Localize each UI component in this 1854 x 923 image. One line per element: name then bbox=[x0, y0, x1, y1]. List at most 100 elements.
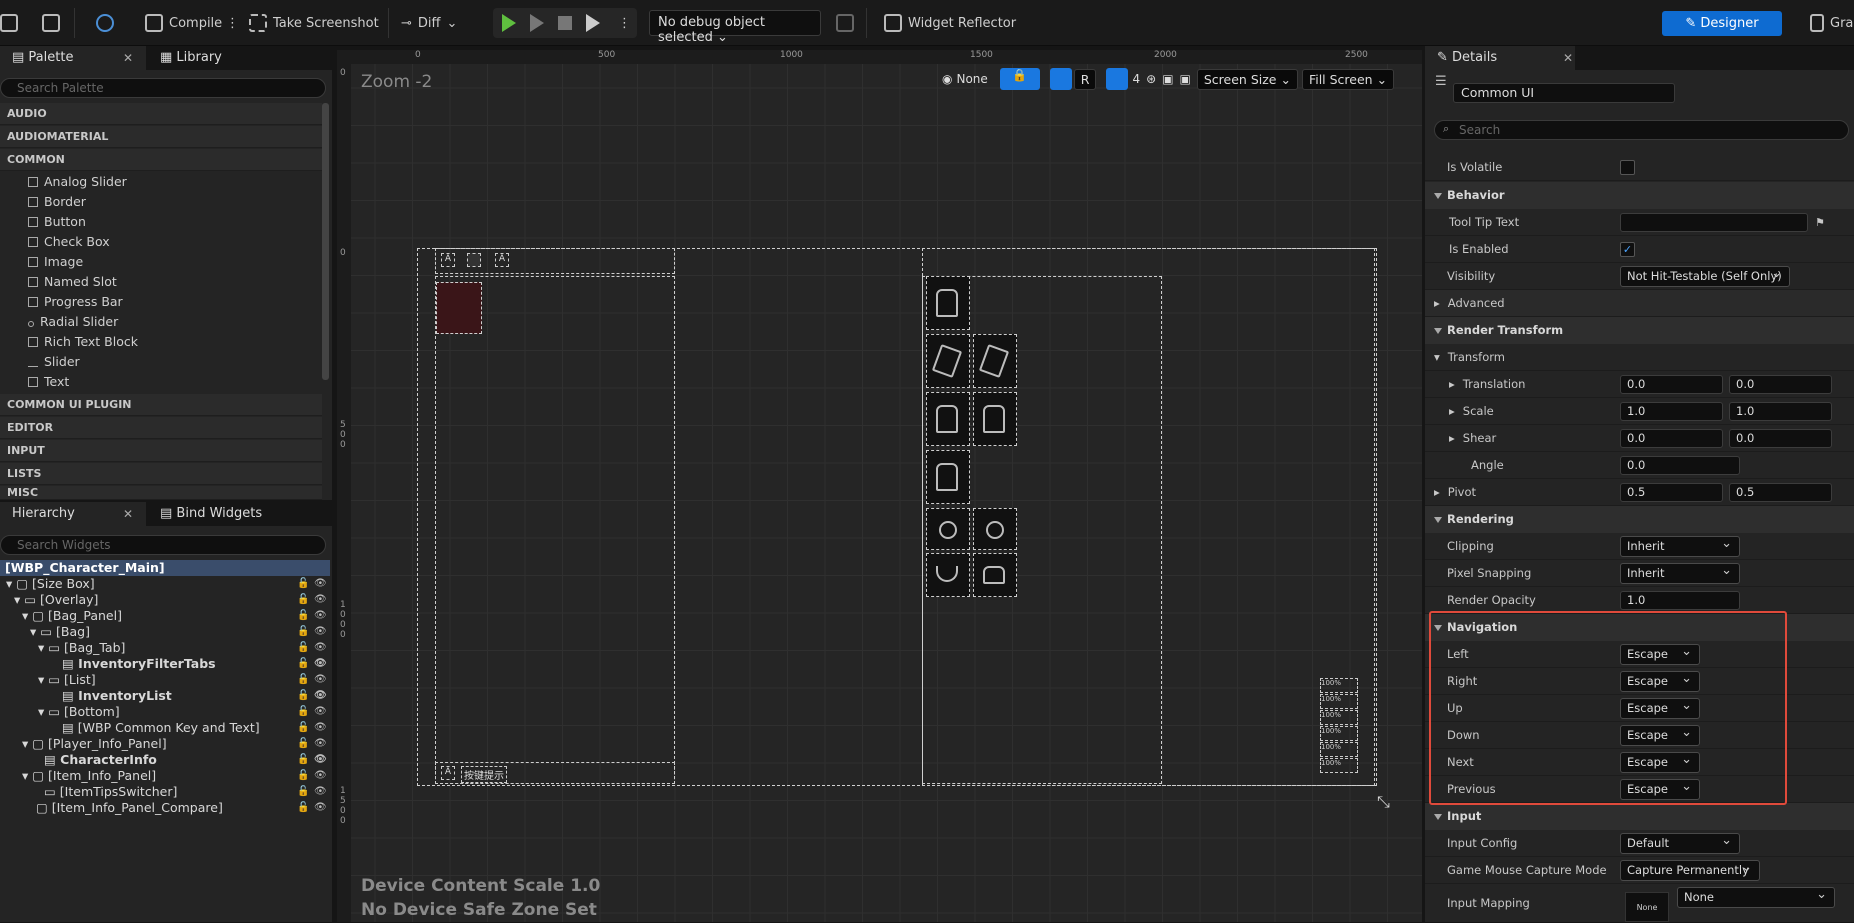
hierarchy-row[interactable]: ▾ ▭ [Bottom] 🔓 👁 bbox=[0, 704, 330, 720]
row-transform[interactable]: ▾ Transform bbox=[1425, 344, 1854, 371]
equip-slot-pants[interactable] bbox=[973, 553, 1017, 597]
category-common-ui-plugin[interactable]: COMMON UI PLUGIN bbox=[0, 394, 322, 416]
simulate-button[interactable] bbox=[586, 10, 600, 36]
eye-icon[interactable]: 👁 bbox=[314, 592, 327, 608]
category-editor[interactable]: EDITOR bbox=[0, 417, 322, 439]
widget-reflector-button[interactable]: Widget Reflector bbox=[884, 10, 1016, 36]
hierarchy-row[interactable]: ▤ CharacterInfo 🔓 👁 bbox=[0, 752, 330, 768]
equip-slot-helmet[interactable] bbox=[926, 276, 970, 330]
eye-icon[interactable]: 👁 bbox=[314, 752, 327, 768]
lock-icon[interactable]: 🔓 bbox=[297, 656, 309, 672]
equip-slot-necklace[interactable] bbox=[926, 553, 970, 597]
is-enabled-checkbox[interactable]: ✓ bbox=[1620, 242, 1635, 257]
section-render-transform[interactable]: Render Transform bbox=[1425, 317, 1854, 344]
angle-input[interactable]: 0.0 bbox=[1620, 456, 1740, 475]
designer-mode-button[interactable]: ✎ Designer bbox=[1662, 11, 1782, 36]
palette-item-rich-text-block[interactable]: Rich Text Block bbox=[28, 332, 138, 352]
palette-item-slider[interactable]: Slider bbox=[28, 352, 80, 372]
eye-icon[interactable]: 👁 bbox=[314, 576, 327, 592]
play-button[interactable] bbox=[502, 10, 516, 36]
palette-item-progress-bar[interactable]: Progress Bar bbox=[28, 292, 123, 312]
hierarchy-row[interactable]: ▾ ▢ [Size Box] 🔓 👁 bbox=[0, 576, 330, 592]
chevron-right-icon[interactable]: ▸ bbox=[1425, 404, 1455, 418]
palette-item-analog-slider[interactable]: Analog Slider bbox=[28, 172, 127, 192]
palette-item-check-box[interactable]: Check Box bbox=[28, 232, 110, 252]
eye-icon[interactable]: 👁 bbox=[314, 800, 327, 816]
clipping-dropdown[interactable]: Inherit bbox=[1620, 534, 1740, 557]
pivot-y-input[interactable]: 0.5 bbox=[1729, 483, 1832, 502]
row-advanced[interactable]: ▸ Advanced bbox=[1425, 290, 1854, 317]
hierarchy-row[interactable]: ▢ [Item_Info_Panel_Compare] 🔓 👁 bbox=[0, 800, 330, 816]
character-portrait[interactable] bbox=[436, 282, 482, 334]
step-button[interactable] bbox=[530, 10, 544, 36]
flag-icon[interactable]: ⚑ bbox=[1815, 209, 1825, 236]
category-input[interactable]: INPUT bbox=[0, 440, 322, 462]
section-behavior[interactable]: Behavior bbox=[1425, 182, 1854, 209]
eye-icon[interactable]: 👁 bbox=[314, 736, 327, 752]
pivot-x-input[interactable]: 0.5 bbox=[1620, 483, 1723, 502]
grid-value[interactable]: 4 bbox=[1132, 72, 1140, 86]
hierarchy-row[interactable]: ▾ ▢ [Player_Info_Panel] 🔓 👁 bbox=[0, 736, 330, 752]
category-common[interactable]: COMMON bbox=[0, 149, 322, 171]
grid-snap-toggle[interactable] bbox=[1106, 68, 1129, 90]
lock-icon[interactable]: 🔓 bbox=[297, 800, 309, 816]
hierarchy-row[interactable]: ▤ InventoryList 🔓 👁 bbox=[0, 688, 330, 704]
is-volatile-checkbox[interactable] bbox=[1620, 160, 1635, 175]
lock-icon[interactable]: 🔓 bbox=[297, 592, 309, 608]
take-screenshot-button[interactable]: Take Screenshot bbox=[249, 10, 379, 36]
diff-button[interactable]: ⊸ Diff ⌄ bbox=[401, 10, 457, 36]
compile-options-button[interactable]: ⋮ bbox=[226, 10, 239, 36]
target-icon[interactable]: ⊛ bbox=[1146, 72, 1156, 86]
palette-item-radial-slider[interactable]: Radial Slider bbox=[28, 312, 118, 332]
input-mapping-dropdown[interactable]: None bbox=[1677, 885, 1835, 908]
compile-button[interactable]: Compile bbox=[145, 10, 222, 36]
eye-icon[interactable]: 👁 bbox=[314, 640, 327, 656]
equip-slot-armor[interactable] bbox=[973, 392, 1017, 446]
tab-details[interactable]: ✎ Details bbox=[1425, 46, 1575, 70]
hierarchy-row[interactable]: ▾ ▭ [Overlay] 🔓 👁 bbox=[0, 592, 330, 608]
play-options-button[interactable]: ⋮ bbox=[618, 10, 631, 36]
eye-icon[interactable]: 👁 bbox=[314, 704, 327, 720]
hierarchy-row[interactable]: ▾ ▢ [Item_Info_Panel] 🔓 👁 bbox=[0, 768, 330, 784]
lock-icon[interactable]: 🔓 bbox=[297, 768, 309, 784]
category-misc[interactable]: MISC bbox=[0, 486, 322, 500]
image-icon[interactable]: ▣ bbox=[1180, 72, 1191, 86]
scale-y-input[interactable]: 1.0 bbox=[1729, 402, 1832, 421]
debug-filter-button[interactable] bbox=[836, 10, 854, 36]
hierarchy-row[interactable]: ▾ ▭ [List] 🔓 👁 bbox=[0, 672, 330, 688]
category-audiomaterial[interactable]: AUDIOMATERIAL bbox=[0, 126, 322, 148]
save-button[interactable] bbox=[0, 10, 18, 36]
input-config-dropdown[interactable]: Default bbox=[1620, 831, 1740, 854]
palette-item-named-slot[interactable]: Named Slot bbox=[28, 272, 117, 292]
equip-slot-ring-2[interactable] bbox=[973, 508, 1017, 550]
equip-slot-weapon-off[interactable] bbox=[973, 334, 1017, 388]
lock-icon[interactable]: 🔓 bbox=[297, 688, 309, 704]
shear-x-input[interactable]: 0.0 bbox=[1620, 429, 1723, 448]
section-input[interactable]: Input bbox=[1425, 803, 1854, 830]
lock-icon[interactable]: 🔓 bbox=[297, 752, 309, 768]
eye-icon[interactable]: 👁 bbox=[314, 656, 327, 672]
lock-icon[interactable]: 🔓 bbox=[297, 576, 309, 592]
scale-x-input[interactable]: 1.0 bbox=[1620, 402, 1723, 421]
render-opacity-input[interactable]: 1.0 bbox=[1620, 591, 1740, 610]
lock-icon[interactable]: 🔓 bbox=[297, 704, 309, 720]
palette-search-input[interactable]: Search Palette bbox=[0, 78, 326, 98]
lock-icon[interactable]: 🔓 bbox=[297, 784, 309, 800]
game-mouse-capture-dropdown[interactable]: Capture Permanently bbox=[1620, 858, 1760, 881]
hierarchy-row[interactable]: ▤ InventoryFilterTabs 🔓 👁 bbox=[0, 656, 330, 672]
details-search-input[interactable]: Search bbox=[1434, 120, 1849, 140]
hierarchy-search-input[interactable]: Search Widgets bbox=[0, 535, 326, 555]
palette-item-border[interactable]: Border bbox=[28, 192, 86, 212]
tool-tip-input[interactable] bbox=[1620, 213, 1808, 232]
fill-screen-dropdown[interactable]: Fill Screen ⌄ bbox=[1301, 68, 1395, 90]
lock-icon[interactable]: 🔓 bbox=[297, 736, 309, 752]
screen-size-dropdown[interactable]: Screen Size ⌄ bbox=[1196, 68, 1298, 90]
eye-icon[interactable]: 👁 bbox=[314, 768, 327, 784]
hierarchy-row[interactable]: ▾ ▭ [Bag] 🔓 👁 bbox=[0, 624, 330, 640]
chevron-right-icon[interactable]: ▸ bbox=[1425, 485, 1440, 499]
layout-toggle[interactable] bbox=[1049, 68, 1072, 90]
debug-object-dropdown[interactable]: No debug object selected ⌄ bbox=[649, 10, 821, 45]
input-mapping-thumbnail[interactable]: None bbox=[1625, 892, 1669, 922]
hierarchy-row[interactable]: ▭ [ItemTipsSwitcher] 🔓 👁 bbox=[0, 784, 330, 800]
tab-bind-widgets[interactable]: ▤ Bind Widgets bbox=[148, 502, 298, 526]
